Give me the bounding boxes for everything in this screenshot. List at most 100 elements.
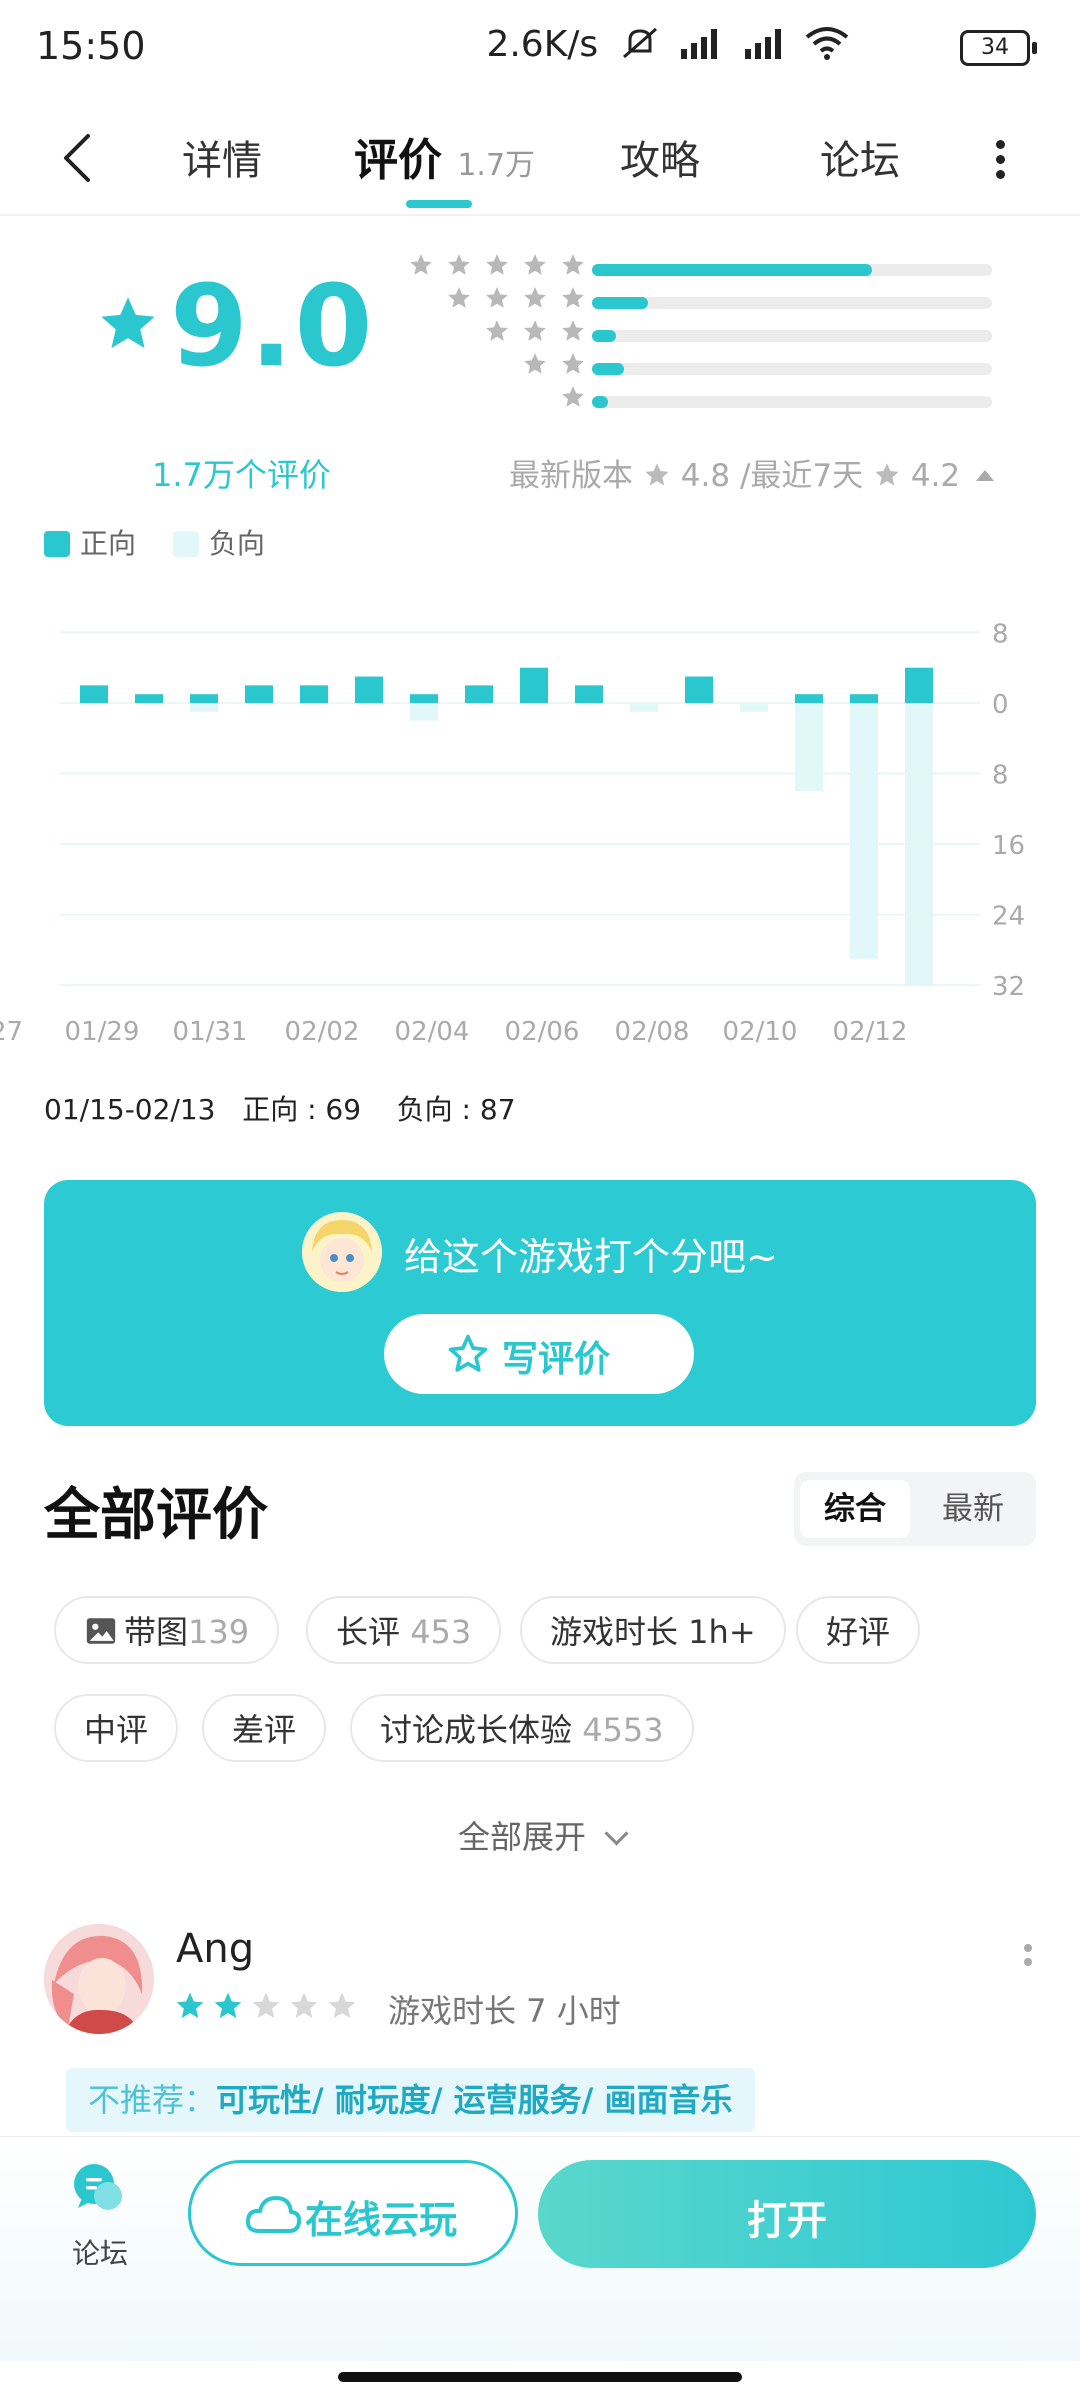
distribution-bar-fill [592,297,648,309]
sort-comprehensive[interactable]: 综合 [800,1480,910,1538]
x-tick-label: 02/08 [615,1017,690,1047]
star-icons [472,318,586,346]
positive-bar [905,667,933,703]
reviewer-rating [174,1990,364,2026]
positive-bar [135,694,163,703]
legend-negative-label: 负向 [208,527,265,560]
chip-count: 139 [188,1613,250,1651]
chip-count: 453 [410,1613,472,1651]
forum-chat-icon[interactable] [70,2160,126,2216]
tab-guides[interactable]: 攻略 [620,128,700,186]
back-arrow-icon[interactable] [58,128,98,188]
write-review-button[interactable]: 写评价 [384,1314,694,1394]
star-icon [562,353,584,374]
review-trend-chart[interactable]: 8 0 8 16 24 32 27 01/29 01/31 02/02 02/04 02/06 02/0… [0,600,1080,1060]
filter-chip-growth[interactable]: 讨论成长体验 4553 [350,1694,694,1762]
avatar-image [44,1924,154,2034]
expand-label: 全部展开 [458,1818,587,1856]
positive-bar [80,685,108,703]
distribution-row-2-star [394,353,994,379]
negative-bar [850,703,878,959]
cloud-play-button[interactable]: 在线云玩 [188,2160,518,2266]
x-tick-label: 27 [0,1017,23,1047]
star-icon [486,320,508,341]
distribution-row-1-star [394,386,994,412]
distribution-row-4-star [394,287,994,313]
filter-chip-images[interactable]: 带图139 [54,1596,280,1664]
filter-chip-negative[interactable]: 差评 [202,1694,327,1762]
battery-icon: 34 [960,30,1037,66]
mascot-image [302,1212,382,1292]
star-icon [875,463,899,486]
expand-all-button[interactable]: 全部展开 [458,1812,629,1858]
tab-details[interactable]: 详情 [182,128,262,186]
positive-bar [795,694,823,703]
mascot-avatar [302,1212,382,1292]
chart-summary: 01/15-02/13 正向 : 69 负向 : 87 [44,1093,516,1126]
star-icon [328,1992,356,2018]
reviewer-name[interactable]: Ang [176,1926,254,1972]
avatar[interactable] [44,1924,154,2034]
positive-bar [850,694,878,703]
negative-bar [410,703,438,721]
tab-reviews-count: 1.7万 [457,148,536,183]
negative-bar [905,703,933,986]
distribution-bar-track [592,363,992,375]
filter-chip-playtime[interactable]: 游戏时长 1h+ [520,1596,786,1664]
tab-reviews-label: 评价 [354,135,442,186]
caret-up-icon [976,470,994,481]
star-icon [562,320,584,341]
y-tick-label: 16 [992,831,1025,861]
status-time: 15:50 [36,24,146,68]
recent-label: /最近7天 [739,458,864,494]
positive-bar [410,694,438,703]
chevron-down-icon [604,1821,629,1846]
home-indicator[interactable] [338,2372,742,2382]
x-tick-label: 01/29 [65,1017,140,1047]
legend-positive-label: 正向 [80,527,137,560]
chip-label: 带图 [124,1613,189,1651]
status-bar: 15:50 2.6K/s 34 [0,0,1080,96]
positive-bar [575,685,603,703]
y-tick-label: 8 [992,619,1009,649]
image-icon [86,1618,116,1644]
cloud-icon [245,2196,301,2233]
version-label: 最新版本 [509,458,634,494]
y-tick-label: 0 [992,690,1009,720]
rating-count: 1.7万个评价 [152,456,331,494]
star-icon [176,1992,204,2018]
forum-label[interactable]: 论坛 [72,2232,128,2272]
negative-bar [190,703,218,712]
tags-text: 可玩性/ 耐玩度/ 运营服务/ 画面音乐 [216,2081,733,2119]
status-net-speed: 2.6K/s [486,24,850,65]
star-outline-icon [448,1334,488,1372]
more-menu-icon[interactable] [992,134,1008,184]
write-review-label: 写评价 [502,1339,611,1380]
all-reviews-title: 全部评价 [44,1483,268,1548]
star-icon [448,287,470,308]
distribution-bar-track [592,297,992,309]
positive-bar [465,685,493,703]
review-more-icon[interactable] [1022,1938,1034,1972]
star-icon [290,1992,318,2018]
distribution-row-3-star [394,320,994,346]
open-button[interactable]: 打开 [538,2160,1036,2268]
negative-bar [740,703,768,712]
star-icon [524,353,546,374]
x-tick-label: 02/06 [505,1017,580,1047]
recent-score: 4.2 [910,458,961,494]
tab-reviews[interactable]: 评价 1.7万 [354,124,535,188]
tab-forum[interactable]: 论坛 [820,128,900,186]
filter-chip-positive[interactable]: 好评 [796,1596,921,1664]
filter-chip-neutral[interactable]: 中评 [54,1694,179,1762]
star-icon [524,254,546,275]
sort-latest[interactable]: 最新 [918,1480,1028,1538]
filter-chip-long[interactable]: 长评 453 [306,1596,502,1664]
top-nav: 详情 评价 1.7万 攻略 论坛 [0,104,1080,216]
version-rating[interactable]: 最新版本 4.8 /最近7天 4.2 [509,450,994,495]
star-icon [645,463,669,486]
distribution-bar-track [592,264,992,276]
distribution-bar-fill [592,396,608,408]
overall-score: 9.0 [170,262,375,392]
rate-game-card: 给这个游戏打个分吧~ 写评价 [44,1180,1036,1426]
